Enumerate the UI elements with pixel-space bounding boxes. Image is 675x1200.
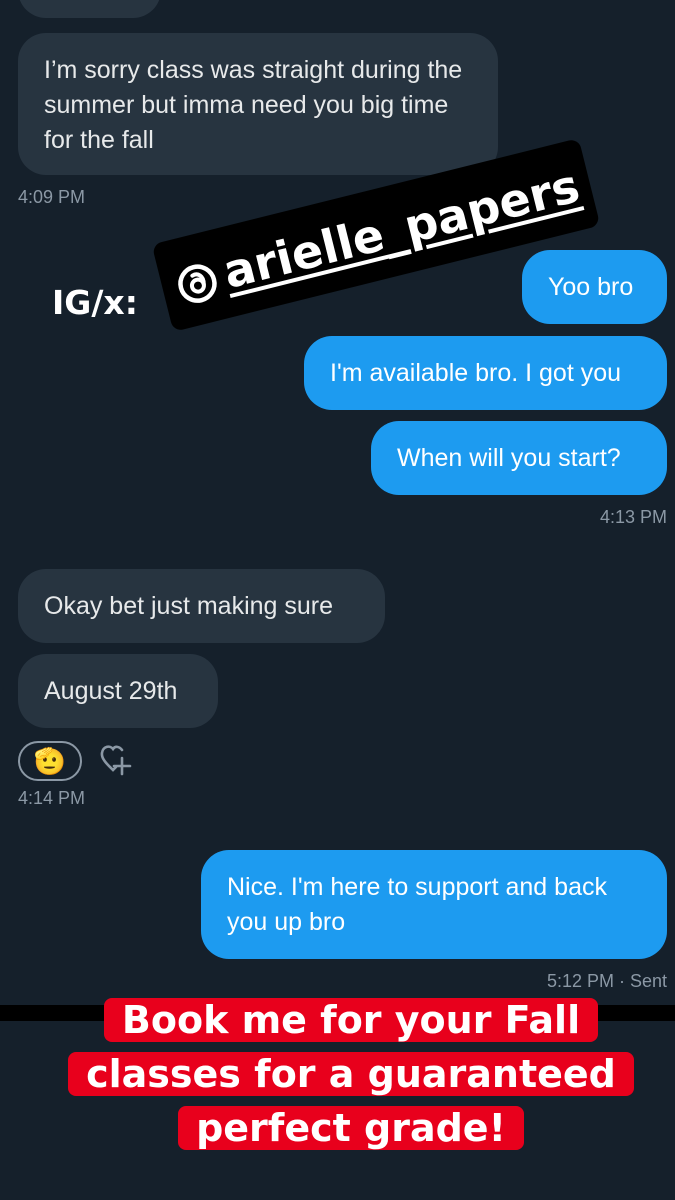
message-timestamp: 4:14 PM	[18, 788, 86, 808]
message-bubble-incoming[interactable]: I’m sorry class was straight during the …	[18, 33, 498, 175]
threads-icon	[177, 264, 217, 303]
message-bubble-outgoing[interactable]: Yoo bro	[522, 250, 667, 324]
message-text: When will you start?	[397, 444, 621, 472]
message-text: Nice. I'm here to support and back you u…	[227, 873, 607, 936]
message-text: Okay bet just making sure	[44, 592, 334, 620]
message-bubble-partial	[18, 0, 161, 18]
message-timestamp: 5:12 PM · Sent	[546, 971, 667, 991]
promo-text: Book me for your Fall classes for a guar…	[68, 998, 634, 1150]
message-bubble-outgoing[interactable]: I'm available bro. I got you	[304, 336, 667, 410]
message-text: August 29th	[44, 677, 178, 705]
message-text: Yoo bro	[548, 273, 634, 301]
message-text: I’m sorry class was straight during the …	[44, 56, 463, 154]
message-bubble-incoming[interactable]: August 29th	[18, 654, 218, 728]
message-bubble-outgoing[interactable]: When will you start?	[371, 421, 667, 495]
message-bubble-outgoing[interactable]: Nice. I'm here to support and back you u…	[201, 850, 667, 959]
promo-banner: Book me for your Fall classes for a guar…	[66, 993, 636, 1155]
ig-label: IG/x:	[52, 283, 138, 322]
message-text: I'm available bro. I got you	[330, 359, 622, 387]
message-bubble-incoming[interactable]: Okay bet just making sure	[18, 569, 385, 643]
heart-plus-icon[interactable]	[98, 744, 134, 778]
message-timestamp: 4:09 PM	[18, 187, 86, 207]
reaction-badge[interactable]: 🫡	[18, 741, 82, 781]
saluting-face-icon: 🫡	[33, 746, 67, 776]
message-timestamp: 4:13 PM	[599, 507, 667, 527]
